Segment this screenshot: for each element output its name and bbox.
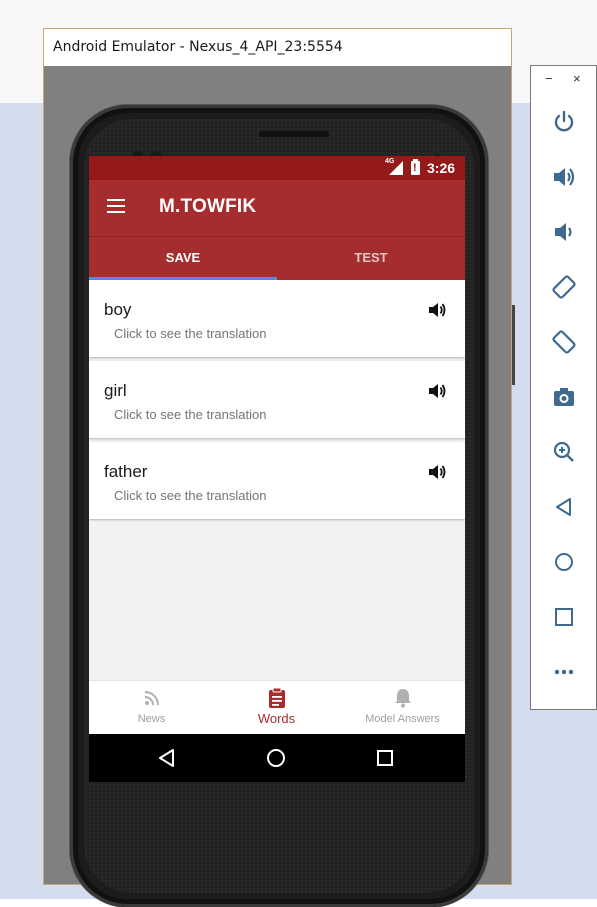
- side-button: [512, 305, 515, 385]
- overview-icon[interactable]: [551, 604, 577, 630]
- close-button[interactable]: ×: [573, 71, 581, 86]
- speaker-icon[interactable]: [427, 463, 447, 481]
- signal-icon: 4G: [385, 158, 403, 175]
- home-icon[interactable]: [551, 549, 577, 575]
- speaker-icon[interactable]: [427, 382, 447, 400]
- minimize-button[interactable]: −: [545, 71, 553, 86]
- rotate-left-icon[interactable]: [551, 274, 577, 300]
- nav-words[interactable]: Words: [214, 681, 339, 735]
- word-card[interactable]: girl Click to see the translation: [89, 361, 465, 438]
- word-hint: Click to see the translation: [114, 326, 267, 341]
- back-icon[interactable]: [551, 494, 577, 520]
- camera-icon[interactable]: [551, 384, 577, 410]
- nav-label: News: [137, 713, 166, 725]
- app-bar: M.TOWFIK: [89, 180, 465, 236]
- rss-icon: [144, 691, 159, 706]
- nav-model-answers[interactable]: Model Answers: [340, 681, 465, 735]
- zoom-icon[interactable]: [551, 439, 577, 465]
- volume-down-icon[interactable]: [551, 219, 577, 245]
- back-icon[interactable]: [155, 746, 179, 770]
- tab-bar: SAVE TEST: [89, 236, 465, 280]
- app-title: M.TOWFIK: [159, 196, 257, 217]
- bottom-navigation: News Words Model Answers: [89, 680, 465, 735]
- tab-save[interactable]: SAVE: [89, 237, 277, 281]
- clipboard-icon: [268, 687, 285, 708]
- more-icon[interactable]: [551, 659, 577, 685]
- android-navigation-bar: [89, 734, 465, 782]
- tab-test[interactable]: TEST: [277, 237, 465, 281]
- rotate-right-icon[interactable]: [551, 329, 577, 355]
- toolbar-header: − ×: [531, 66, 596, 96]
- volume-up-icon[interactable]: [551, 164, 577, 190]
- nav-label: Words: [257, 711, 296, 726]
- power-icon[interactable]: [551, 109, 577, 135]
- word-text: girl: [104, 381, 127, 400]
- battery-icon: [411, 159, 420, 175]
- word-hint: Click to see the translation: [114, 407, 267, 422]
- home-icon[interactable]: [264, 746, 288, 770]
- earpiece-speaker: [259, 131, 329, 137]
- word-card[interactable]: father Click to see the translation: [89, 442, 465, 519]
- network-label: 4G: [385, 158, 395, 165]
- device-screen: 4G 3:26 M.TOWFIK SAVE TEST boy Click to …: [89, 156, 465, 782]
- speaker-icon[interactable]: [427, 301, 447, 319]
- word-text: father: [104, 462, 148, 481]
- hamburger-menu-icon[interactable]: [107, 199, 125, 213]
- nav-label: Model Answers: [365, 713, 440, 725]
- bell-icon: [394, 689, 411, 708]
- word-text: boy: [104, 300, 132, 319]
- nav-news[interactable]: News: [89, 681, 214, 735]
- word-hint: Click to see the translation: [114, 488, 267, 503]
- overview-icon[interactable]: [373, 746, 397, 770]
- emulator-toolbar: − ×: [530, 65, 597, 710]
- status-time: 3:26: [427, 160, 456, 176]
- window-title: Android Emulator - Nexus_4_API_23:5554: [44, 29, 511, 66]
- word-card[interactable]: boy Click to see the translation: [89, 280, 465, 357]
- status-bar: 4G 3:26: [89, 156, 465, 180]
